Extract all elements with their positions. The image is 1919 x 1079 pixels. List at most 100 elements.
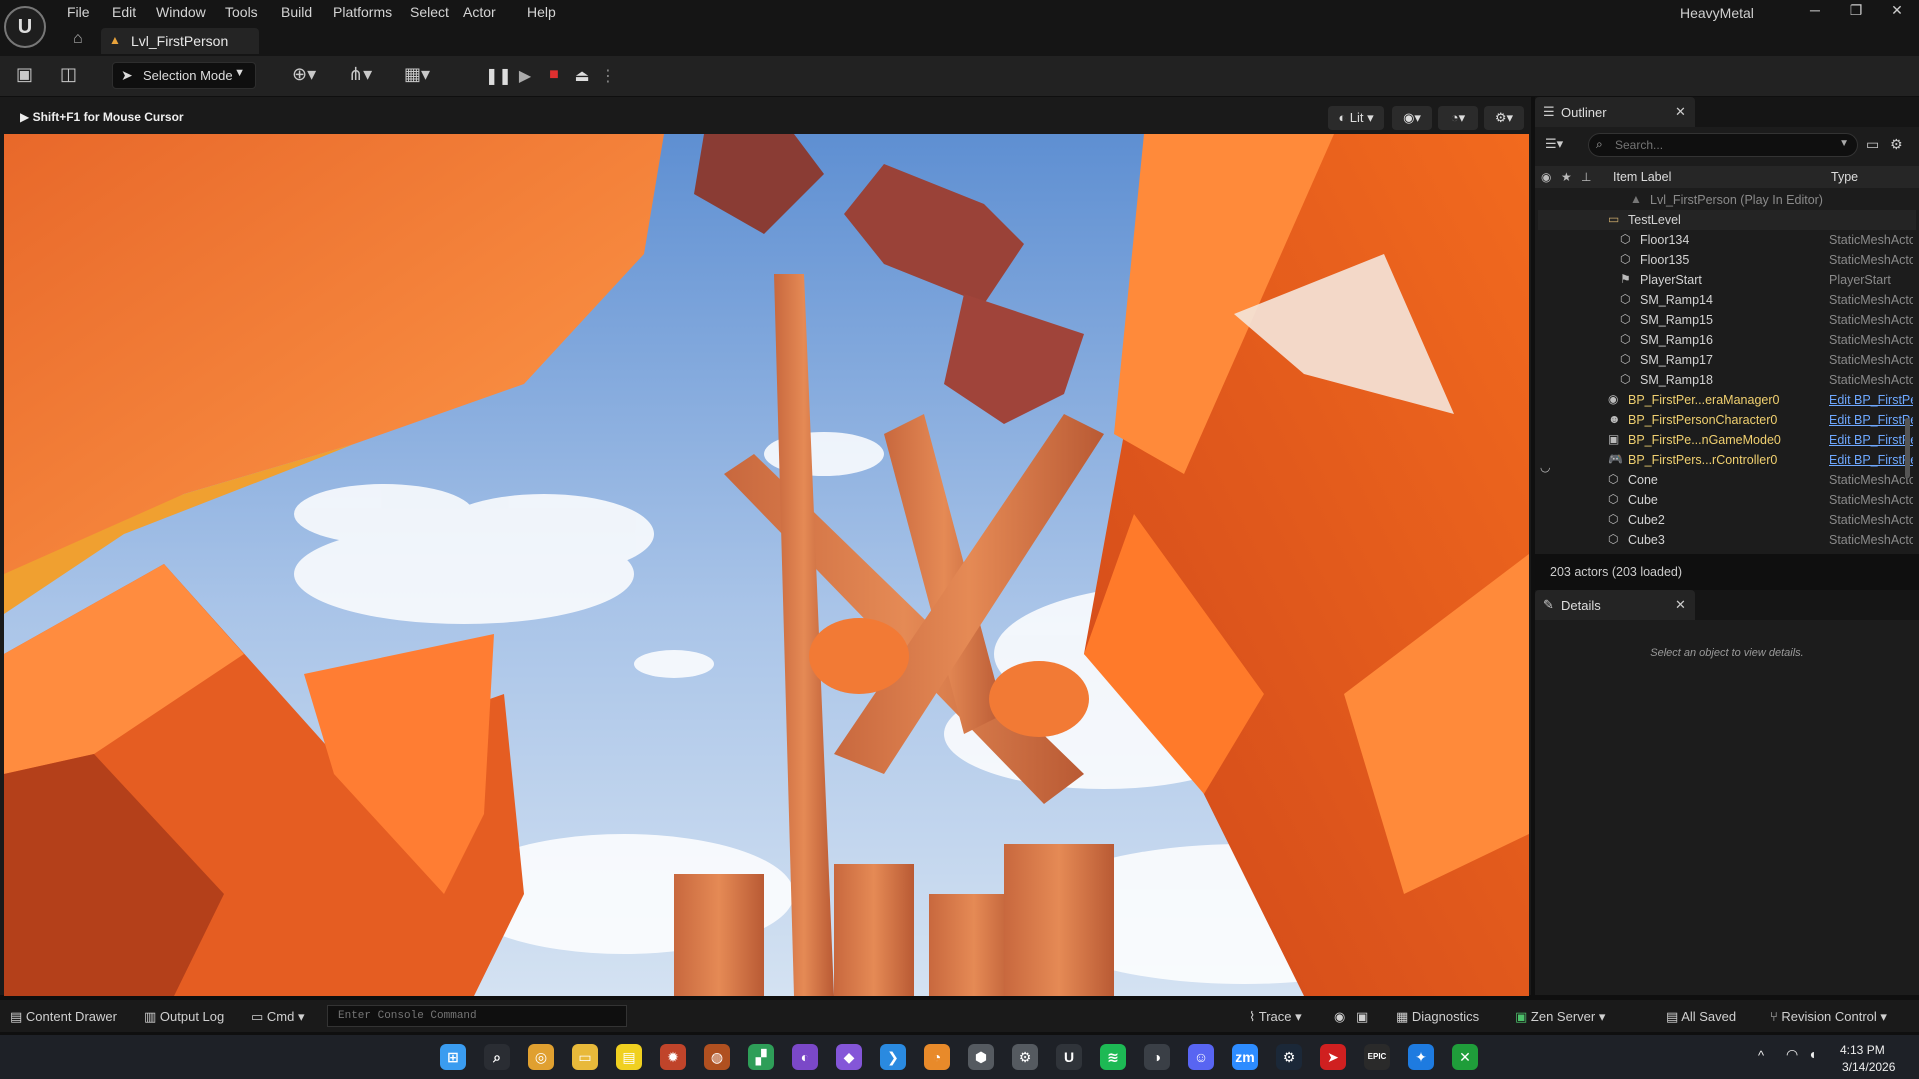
outliner-row[interactable]: ⬡ Cone StaticMeshActor bbox=[1538, 470, 1916, 490]
pause-button[interactable]: ❚❚ bbox=[485, 66, 512, 86]
browse-icon[interactable]: ◫ bbox=[60, 64, 77, 85]
app-icon-a[interactable]: ✹ bbox=[660, 1044, 686, 1070]
chrome-icon[interactable]: ◎ bbox=[528, 1044, 554, 1070]
chevron-up-icon[interactable]: ^ bbox=[1758, 1048, 1764, 1063]
outliner-search-input[interactable]: ⌕ ▼ bbox=[1588, 133, 1858, 157]
level-tab[interactable]: ▲ Lvl_FirstPerson bbox=[101, 28, 259, 54]
home-icon[interactable]: ⌂ bbox=[73, 30, 83, 48]
outliner-row[interactable]: 🎮 BP_FirstPers...rController0 Edit BP_Firs… bbox=[1538, 450, 1916, 470]
spotify-icon[interactable]: ≋ bbox=[1100, 1044, 1126, 1070]
outliner-row[interactable]: ⬡ Cube3 StaticMeshActor bbox=[1538, 530, 1916, 550]
edit-blueprint-link[interactable]: Edit BP_FirstPersonCameraManager bbox=[1829, 393, 1913, 407]
github-icon[interactable]: ◐ bbox=[792, 1044, 818, 1070]
add-actor-icon[interactable]: ⊕▾ bbox=[292, 64, 316, 85]
edit-blueprint-link[interactable]: Edit BP_FirstPersonGameMode bbox=[1829, 433, 1913, 447]
close-icon[interactable]: ✕ bbox=[1675, 104, 1686, 120]
pin-icon[interactable]: ⊥ bbox=[1581, 170, 1591, 184]
eject-button[interactable]: ⏏ bbox=[571, 66, 593, 86]
outliner-row[interactable]: ⬡ SM_Ramp15 StaticMeshActor bbox=[1538, 310, 1916, 330]
outliner-row[interactable]: ▣ BP_FirstPe...nGameMode0 Edit BP_FirstPer… bbox=[1538, 430, 1916, 450]
menu-platforms[interactable]: Platforms bbox=[333, 4, 392, 20]
menu-window[interactable]: Window bbox=[156, 4, 206, 20]
taskbar-time[interactable]: 4:13 PM bbox=[1840, 1043, 1885, 1057]
edit-blueprint-link[interactable]: Edit BP_FirstPersonCharacter bbox=[1829, 413, 1913, 427]
outliner-row[interactable]: ⬡ SM_Ramp18 StaticMeshActor bbox=[1538, 370, 1916, 390]
windows-start-icon[interactable]: ⊞ bbox=[440, 1044, 466, 1070]
search-icon[interactable]: ⌕ bbox=[484, 1044, 510, 1070]
record-icon[interactable]: ◉ bbox=[1334, 1009, 1345, 1025]
zen-server-button[interactable]: ▣ Zen Server ▾ bbox=[1515, 1009, 1605, 1025]
trace-button[interactable]: ⌇ Trace ▾ bbox=[1249, 1009, 1302, 1025]
menu-edit[interactable]: Edit bbox=[112, 4, 136, 20]
obs-icon[interactable]: ◑ bbox=[1144, 1044, 1170, 1070]
app-icon-b[interactable]: ◍ bbox=[704, 1044, 730, 1070]
menu-tools[interactable]: Tools bbox=[225, 4, 258, 20]
step-button[interactable]: ▶ bbox=[514, 66, 536, 86]
filter-icon[interactable]: ☰▾ bbox=[1545, 136, 1563, 152]
blender-icon[interactable]: ◔ bbox=[924, 1044, 950, 1070]
3d-viewport[interactable] bbox=[4, 134, 1529, 996]
lit-view-mode-button[interactable]: ◐ Lit ▾ bbox=[1328, 106, 1384, 130]
revision-control-button[interactable]: ⑂ Revision Control ▾ bbox=[1770, 1009, 1887, 1025]
vscode-icon[interactable]: ❯ bbox=[880, 1044, 906, 1070]
menu-help[interactable]: Help bbox=[527, 4, 556, 20]
outliner-row[interactable]: ☻ BP_FirstPersonCharacter0 Edit BP_FirstPe… bbox=[1538, 410, 1916, 430]
selection-mode-dropdown[interactable]: ➤ Selection Mode ▼ bbox=[112, 62, 256, 89]
discord-icon[interactable]: ☺ bbox=[1188, 1044, 1214, 1070]
outliner-row[interactable]: ▲ Lvl_FirstPerson (Play In Editor) bbox=[1538, 190, 1916, 210]
play-options-button[interactable]: ⋮ bbox=[597, 66, 619, 86]
show-flags-button[interactable]: ◉▾ bbox=[1392, 106, 1432, 130]
viewport-settings-button[interactable]: ⚙▾ bbox=[1484, 106, 1524, 130]
close-window-button[interactable]: ✕ bbox=[1877, 2, 1917, 24]
menu-build[interactable]: Build bbox=[281, 4, 312, 20]
content-drawer-button[interactable]: ▤ Content Drawer bbox=[10, 1009, 117, 1025]
outliner-scrollbar[interactable] bbox=[1905, 418, 1910, 478]
wifi-icon[interactable]: ◠ bbox=[1786, 1046, 1798, 1063]
close-icon[interactable]: ✕ bbox=[1675, 597, 1686, 613]
visibility-eye-icon[interactable]: ◉ bbox=[1541, 170, 1551, 184]
outliner-row[interactable]: ⬡ SM_Ramp17 StaticMeshActor bbox=[1538, 350, 1916, 370]
sticky-notes-icon[interactable]: ▤ bbox=[616, 1044, 642, 1070]
possess-eye-icon[interactable]: ◡ bbox=[1540, 460, 1550, 474]
output-log-button[interactable]: ▥ Output Log bbox=[144, 1009, 224, 1025]
visual-studio-icon[interactable]: ◆ bbox=[836, 1044, 862, 1070]
restore-button[interactable]: ❐ bbox=[1836, 2, 1876, 24]
outliner-row[interactable]: ⬡ SM_Ramp16 StaticMeshActor bbox=[1538, 330, 1916, 350]
xbox-icon[interactable]: ✕ bbox=[1452, 1044, 1478, 1070]
unreal-icon[interactable]: U bbox=[1056, 1044, 1082, 1070]
save-icon[interactable]: ▣ bbox=[16, 64, 33, 85]
stop-button[interactable]: ■ bbox=[543, 66, 565, 86]
cinematics-icon[interactable]: ▦▾ bbox=[404, 64, 430, 85]
taskbar-date[interactable]: 3/14/2026 bbox=[1842, 1060, 1895, 1074]
steam-icon[interactable]: ⚙ bbox=[1276, 1044, 1302, 1070]
all-saved-button[interactable]: ▤ All Saved bbox=[1666, 1009, 1736, 1025]
item-label-column[interactable]: Item Label bbox=[1613, 170, 1671, 184]
app-icon-e[interactable]: ✦ bbox=[1408, 1044, 1434, 1070]
unreal-logo-icon[interactable]: U bbox=[4, 6, 46, 48]
console-input[interactable] bbox=[327, 1005, 627, 1027]
outliner-row[interactable]: ⬡ Cube2 StaticMeshActor bbox=[1538, 510, 1916, 530]
outliner-row[interactable]: ⬡ Floor134 StaticMeshActor bbox=[1538, 230, 1916, 250]
app-icon-d[interactable]: ➤ bbox=[1320, 1044, 1346, 1070]
unity-icon[interactable]: ⬢ bbox=[968, 1044, 994, 1070]
outliner-tab[interactable] bbox=[1535, 97, 1695, 127]
edit-blueprint-link[interactable]: Edit BP_FirstPersonPlayerController bbox=[1829, 453, 1913, 467]
volume-icon[interactable]: ◖ bbox=[1808, 1046, 1816, 1062]
zoom-icon[interactable]: zm bbox=[1232, 1044, 1258, 1070]
outliner-row[interactable]: ▭ TestLevel bbox=[1538, 210, 1916, 230]
menu-file[interactable]: File bbox=[67, 4, 90, 20]
settings-cube-icon[interactable]: ⚙ bbox=[1012, 1044, 1038, 1070]
menu-select[interactable]: Select bbox=[410, 4, 449, 20]
cmd-dropdown[interactable]: ▭ Cmd ▾ bbox=[251, 1009, 305, 1025]
screenshot-icon[interactable]: ▣ bbox=[1356, 1009, 1368, 1025]
outliner-row[interactable]: ⚑ PlayerStart PlayerStart bbox=[1538, 270, 1916, 290]
details-tab[interactable] bbox=[1535, 590, 1695, 620]
blueprint-icon[interactable]: ⋔▾ bbox=[348, 64, 372, 85]
star-icon[interactable]: ★ bbox=[1561, 170, 1572, 184]
menu-actor[interactable]: Actor bbox=[463, 4, 496, 20]
type-column[interactable]: Type bbox=[1831, 170, 1858, 184]
outliner-row[interactable]: ⬡ SM_Ramp14 StaticMeshActor bbox=[1538, 290, 1916, 310]
add-folder-icon[interactable]: ▭ bbox=[1866, 136, 1879, 153]
outliner-row[interactable]: ⬡ Cube StaticMeshActor bbox=[1538, 490, 1916, 510]
file-explorer-icon[interactable]: ▭ bbox=[572, 1044, 598, 1070]
